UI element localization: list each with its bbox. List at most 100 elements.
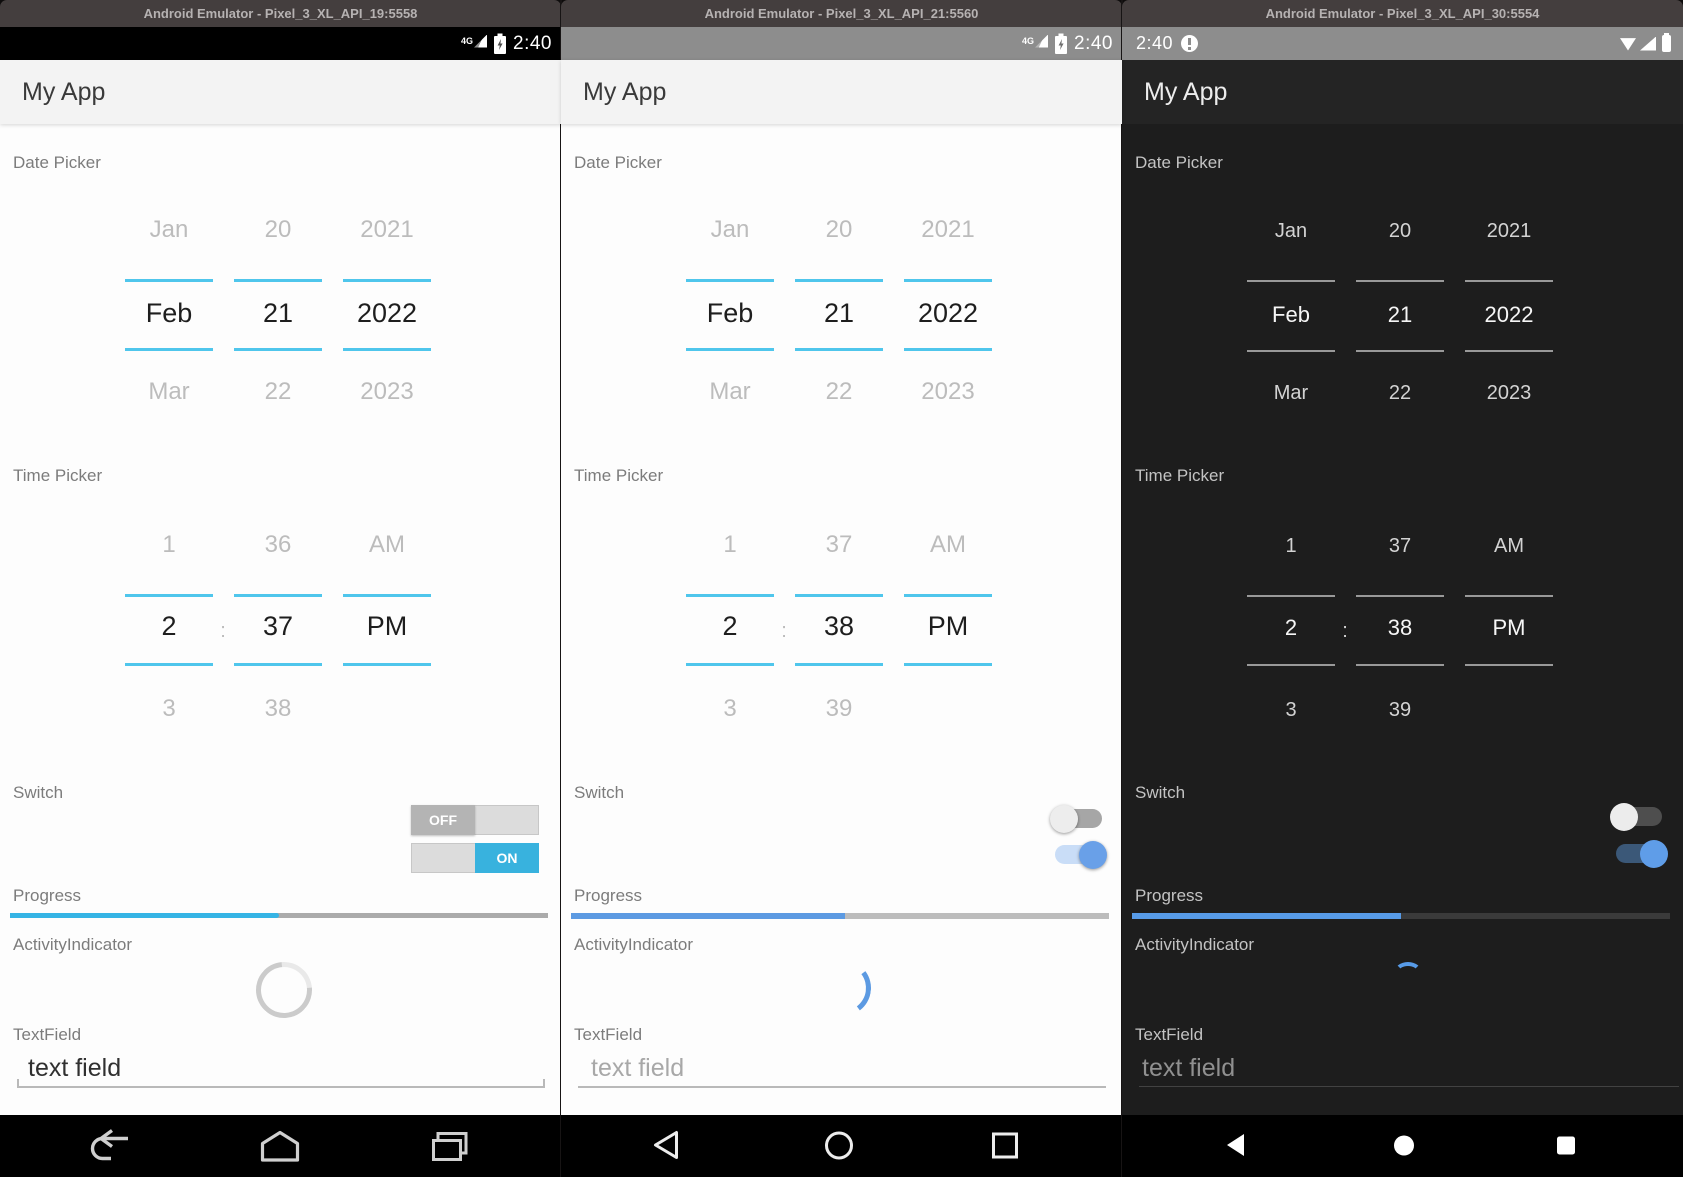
picker-divider bbox=[125, 594, 213, 597]
textfield-label: TextField bbox=[574, 1025, 642, 1045]
date-day-below[interactable]: 22 bbox=[826, 378, 853, 406]
picker-divider bbox=[234, 594, 322, 597]
back-icon[interactable] bbox=[648, 1129, 694, 1163]
picker-divider bbox=[904, 348, 992, 351]
date-day-below[interactable]: 22 bbox=[1389, 382, 1411, 405]
nav-bar bbox=[561, 1115, 1122, 1177]
switch-on[interactable] bbox=[1616, 840, 1668, 868]
textfield-placeholder[interactable]: text field bbox=[1142, 1054, 1235, 1083]
picker-divider bbox=[904, 594, 992, 597]
textfield-placeholder[interactable]: text field bbox=[591, 1054, 684, 1083]
date-day-selected[interactable]: 21 bbox=[824, 298, 854, 329]
recents-icon[interactable] bbox=[982, 1129, 1028, 1163]
time-ampm-selected[interactable]: PM bbox=[367, 611, 408, 642]
window-titlebar[interactable]: Android Emulator - Pixel_3_XL_API_19:555… bbox=[0, 0, 561, 27]
time-minute-above[interactable]: 37 bbox=[1389, 535, 1411, 558]
date-month-below[interactable]: Mar bbox=[148, 378, 189, 406]
activity-indicator-label: ActivityIndicator bbox=[574, 935, 693, 955]
date-month-above[interactable]: Jan bbox=[150, 216, 189, 244]
date-year-selected[interactable]: 2022 bbox=[1485, 302, 1534, 328]
time-minute-above[interactable]: 36 bbox=[265, 531, 292, 559]
time-hour-above[interactable]: 1 bbox=[162, 531, 175, 559]
date-month-selected[interactable]: Feb bbox=[1272, 302, 1310, 328]
date-year-above[interactable]: 2021 bbox=[921, 216, 974, 244]
time-ampm-above[interactable]: AM bbox=[1494, 535, 1524, 558]
date-year-selected[interactable]: 2022 bbox=[357, 298, 417, 329]
date-year-below[interactable]: 2023 bbox=[921, 378, 974, 406]
time-minute-selected[interactable]: 37 bbox=[263, 611, 293, 642]
date-month-below[interactable]: Mar bbox=[709, 378, 750, 406]
progress-bar bbox=[1132, 913, 1670, 919]
switch-on[interactable]: ON bbox=[411, 843, 539, 873]
date-month-above[interactable]: Jan bbox=[1275, 220, 1307, 243]
home-icon[interactable] bbox=[1381, 1129, 1427, 1163]
date-day-below[interactable]: 22 bbox=[265, 378, 292, 406]
time-hour-below[interactable]: 3 bbox=[1285, 699, 1296, 722]
time-minute-selected[interactable]: 38 bbox=[824, 611, 854, 642]
date-day-above[interactable]: 20 bbox=[265, 216, 292, 244]
date-year-below[interactable]: 2023 bbox=[1487, 382, 1532, 405]
date-year-below[interactable]: 2023 bbox=[360, 378, 413, 406]
switch-on[interactable] bbox=[1055, 841, 1107, 869]
time-hour-above[interactable]: 1 bbox=[723, 531, 736, 559]
time-minute-below[interactable]: 39 bbox=[826, 695, 853, 723]
time-hour-selected[interactable]: 2 bbox=[161, 611, 176, 642]
time-minute-below[interactable]: 39 bbox=[1389, 699, 1411, 722]
status-bar: 4G 2:40 bbox=[561, 27, 1122, 60]
time-minute-below[interactable]: 38 bbox=[265, 695, 292, 723]
recents-icon[interactable] bbox=[425, 1129, 471, 1163]
activity-indicator-spinner bbox=[245, 951, 324, 1030]
app-bar: My App bbox=[1122, 60, 1683, 124]
time-hour-below[interactable]: 3 bbox=[162, 695, 175, 723]
date-year-selected[interactable]: 2022 bbox=[918, 298, 978, 329]
switch-off[interactable] bbox=[1610, 803, 1662, 831]
switch-off[interactable]: OFF bbox=[411, 805, 539, 835]
date-month-selected[interactable]: Feb bbox=[707, 298, 754, 329]
recents-icon[interactable] bbox=[1543, 1129, 1589, 1163]
textfield-input[interactable]: text field bbox=[28, 1054, 121, 1083]
date-month-below[interactable]: Mar bbox=[1274, 382, 1308, 405]
time-ampm-selected[interactable]: PM bbox=[928, 611, 969, 642]
switch-label: Switch bbox=[13, 783, 63, 803]
picker-divider bbox=[1465, 664, 1553, 666]
date-day-selected[interactable]: 21 bbox=[1388, 302, 1412, 328]
app-bar: My App bbox=[0, 60, 561, 124]
date-year-above[interactable]: 2021 bbox=[1487, 220, 1532, 243]
window-titlebar[interactable]: Android Emulator - Pixel_3_XL_API_30:555… bbox=[1122, 0, 1683, 27]
time-ampm-above[interactable]: AM bbox=[369, 531, 405, 559]
nav-bar bbox=[1122, 1115, 1683, 1177]
back-icon[interactable] bbox=[87, 1129, 133, 1163]
date-month-selected[interactable]: Feb bbox=[146, 298, 193, 329]
activity-indicator-spinner bbox=[1394, 962, 1422, 984]
status-icons bbox=[1620, 35, 1683, 52]
time-minute-selected[interactable]: 38 bbox=[1388, 615, 1412, 641]
time-ampm-above[interactable]: AM bbox=[930, 531, 966, 559]
time-minute-above[interactable]: 37 bbox=[826, 531, 853, 559]
date-day-above[interactable]: 20 bbox=[1389, 220, 1411, 243]
status-icons: 4G 2:40 bbox=[1022, 33, 1122, 55]
back-icon[interactable] bbox=[1217, 1129, 1263, 1163]
picker-divider bbox=[125, 663, 213, 666]
date-day-above[interactable]: 20 bbox=[826, 216, 853, 244]
progress-label: Progress bbox=[574, 886, 642, 906]
picker-divider bbox=[1247, 595, 1335, 597]
time-hour-selected[interactable]: 2 bbox=[1285, 615, 1297, 641]
date-day-selected[interactable]: 21 bbox=[263, 298, 293, 329]
time-hour-below[interactable]: 3 bbox=[723, 695, 736, 723]
app-title: My App bbox=[583, 78, 666, 107]
window-titlebar[interactable]: Android Emulator - Pixel_3_XL_API_21:556… bbox=[561, 0, 1122, 27]
signal-4g-icon: 4G bbox=[461, 35, 487, 53]
time-hour-above[interactable]: 1 bbox=[1285, 535, 1296, 558]
date-month-above[interactable]: Jan bbox=[711, 216, 750, 244]
home-icon[interactable] bbox=[816, 1129, 862, 1163]
picker-divider bbox=[686, 279, 774, 282]
time-ampm-selected[interactable]: PM bbox=[1493, 615, 1526, 641]
time-hour-selected[interactable]: 2 bbox=[722, 611, 737, 642]
switch-off[interactable] bbox=[1050, 805, 1102, 833]
picker-divider bbox=[795, 279, 883, 282]
status-time: 2:40 bbox=[1136, 33, 1173, 54]
date-year-above[interactable]: 2021 bbox=[360, 216, 413, 244]
picker-divider bbox=[234, 348, 322, 351]
home-icon[interactable] bbox=[257, 1129, 303, 1163]
picker-divider bbox=[343, 348, 431, 351]
